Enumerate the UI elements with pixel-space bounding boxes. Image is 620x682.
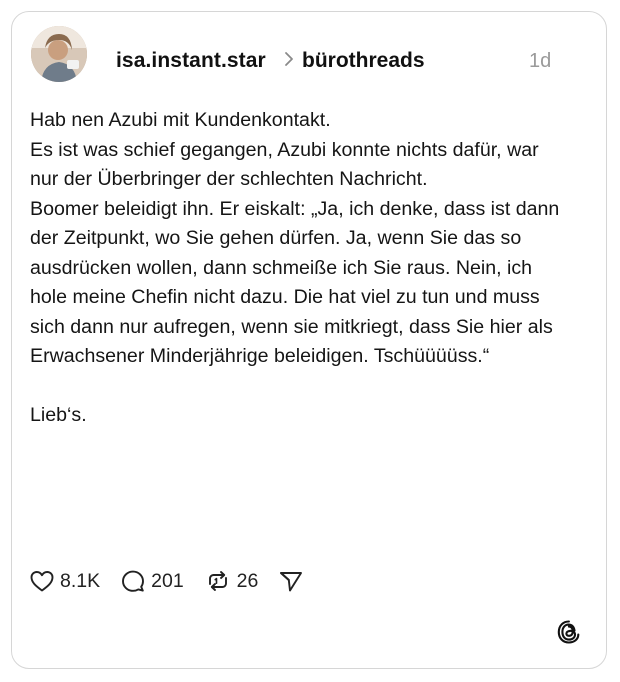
action-bar: 8.1K 201 26 — [29, 566, 329, 596]
like-button[interactable]: 8.1K — [29, 569, 100, 593]
reply-count: 201 — [151, 569, 184, 592]
speech-bubble-icon — [122, 570, 145, 592]
post-header: isa.instant.star bürothreads 1d — [31, 26, 551, 86]
share-button[interactable] — [278, 569, 309, 593]
repost-count: 26 — [236, 569, 259, 592]
post-paragraph: Hab nen Azubi mit Kundenkontakt. Es ist … — [30, 109, 560, 367]
send-icon — [280, 572, 303, 592]
like-count: 8.1K — [60, 569, 101, 592]
repost-icon — [208, 571, 227, 591]
post-timestamp: 1d — [529, 50, 552, 72]
repost-button[interactable]: 26 — [204, 569, 259, 593]
post-text: Hab nen Azubi mit Kundenkontakt. Es ist … — [30, 106, 560, 431]
threads-logo-icon — [557, 620, 580, 644]
post-paragraph: Lieb‘s. — [30, 404, 87, 426]
heart-icon — [30, 571, 54, 592]
reply-button[interactable]: 201 — [120, 569, 184, 593]
avatar[interactable] — [31, 26, 87, 82]
author-username[interactable]: isa.instant.star — [116, 49, 266, 73]
community-name[interactable]: bürothreads — [302, 49, 425, 73]
chevron-right-icon — [285, 52, 293, 66]
